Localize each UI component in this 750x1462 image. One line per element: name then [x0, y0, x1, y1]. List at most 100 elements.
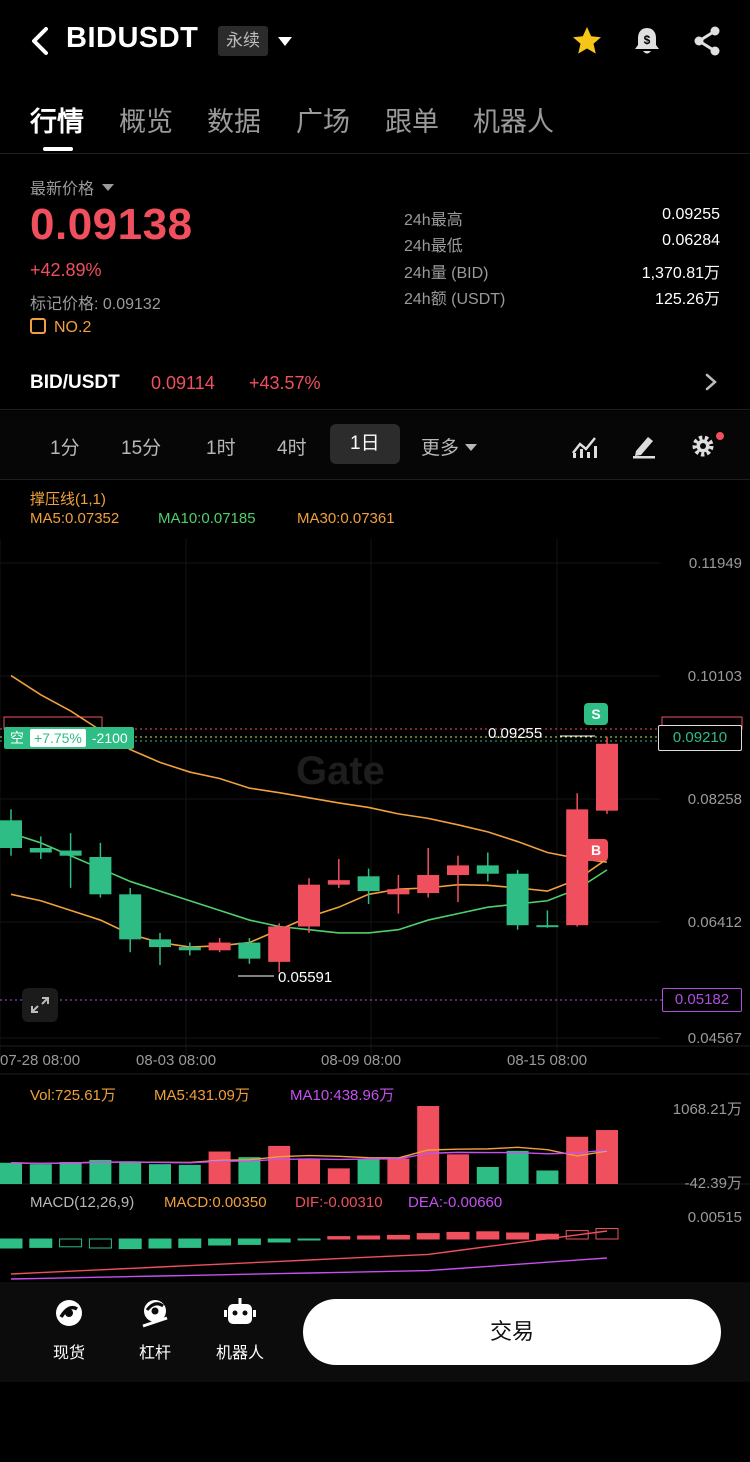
- liquidation-price-box: 0.05182: [662, 988, 742, 1012]
- mark-price: 标记价格: 0.09132: [30, 296, 161, 313]
- nav-bots[interactable]: 机器人: [205, 1296, 275, 1363]
- contract-type-badge[interactable]: 永续: [218, 26, 268, 56]
- symbol-title[interactable]: BIDUSDT: [66, 22, 198, 55]
- volume-bar: [119, 1161, 142, 1184]
- macd-bar: [0, 1238, 23, 1249]
- chart-settings-gear-icon[interactable]: [690, 431, 726, 461]
- trade-button[interactable]: 交易: [303, 1299, 721, 1365]
- interval-more[interactable]: 更多: [421, 433, 478, 460]
- nav-margin[interactable]: 杠杆: [120, 1296, 190, 1363]
- spot-pair-row[interactable]: BID/USDT 0.09114 +43.57%: [0, 362, 750, 406]
- star-icon[interactable]: [570, 24, 604, 58]
- chevron-down-icon: [465, 444, 478, 451]
- volume-bar: [89, 1159, 112, 1184]
- candle-body: [506, 873, 529, 926]
- volume-bar: [417, 1106, 440, 1184]
- macd-bar: [88, 1238, 112, 1249]
- candle-body: [89, 856, 112, 895]
- support-resistance-indicator-label[interactable]: 撑压线(1,1): [30, 488, 106, 509]
- volume-bar: [327, 1168, 350, 1184]
- symbol-dropdown-icon[interactable]: [278, 37, 292, 46]
- macd-bar: [476, 1231, 500, 1240]
- tab-market[interactable]: 行情: [30, 100, 84, 139]
- sell-marker[interactable]: S: [584, 703, 608, 725]
- candle-body: [447, 865, 469, 876]
- bottom-action-bar: 现货 杠杆 机器人 交易: [0, 1282, 750, 1382]
- y-axis-tick: 0.06412: [687, 914, 742, 931]
- candle-body: [417, 875, 440, 894]
- stat-24h-turnover-value: 125.26万: [655, 291, 720, 308]
- current-price-box: 0.09210: [658, 725, 742, 751]
- stat-24h-turnover-label: 24h额 (USDT): [404, 291, 506, 308]
- interval-4h[interactable]: 4时: [277, 433, 307, 460]
- x-axis-tick: 08-15 08:00: [507, 1052, 588, 1069]
- tab-square[interactable]: 广场: [296, 100, 350, 139]
- active-tab-indicator: [43, 147, 73, 151]
- tab-overview[interactable]: 概览: [119, 100, 173, 139]
- interval-1d[interactable]: 1日: [330, 424, 400, 464]
- back-arrow-icon[interactable]: [28, 24, 54, 58]
- macd-bar: [208, 1238, 232, 1246]
- tab-bots[interactable]: 机器人: [473, 100, 554, 139]
- system-bottom-area: [0, 1382, 750, 1462]
- nav-spot[interactable]: 现货: [34, 1296, 104, 1363]
- y-axis-tick: 0.11949: [688, 555, 742, 572]
- divider: [0, 409, 750, 410]
- tab-data[interactable]: 数据: [207, 100, 261, 139]
- kline-chart[interactable]: 撑压线(1,1) MA5:0.07352 MA10:0.07185 MA30:0…: [0, 479, 750, 1282]
- dif-value: DIF:-0.00310: [295, 1194, 383, 1211]
- y-axis-tick: 0.08258: [687, 791, 742, 808]
- volume-bar: [298, 1158, 320, 1184]
- candle-body: [59, 850, 82, 856]
- buy-marker[interactable]: B: [584, 839, 608, 861]
- macd-bar: [59, 1238, 83, 1248]
- fullscreen-button[interactable]: [22, 988, 58, 1022]
- drawing-tool-icon[interactable]: [630, 431, 658, 459]
- interval-1h[interactable]: 1时: [206, 433, 236, 460]
- stat-24h-high-value: 0.09255: [662, 206, 720, 223]
- macd-axis-top: 0.00515: [687, 1209, 742, 1226]
- candle-body: [387, 889, 410, 895]
- divider: [0, 153, 750, 154]
- position-side: 空: [10, 730, 24, 746]
- candle-body: [29, 847, 52, 853]
- volume-bar: [506, 1150, 529, 1184]
- volume-bar: [357, 1158, 380, 1184]
- interval-1m[interactable]: 1分: [50, 433, 80, 460]
- macd-bar: [506, 1232, 530, 1240]
- candle-body: [268, 926, 291, 962]
- last-price: 0.09138: [30, 200, 193, 249]
- interval-15m[interactable]: 15分: [121, 433, 161, 460]
- share-icon[interactable]: [690, 24, 724, 58]
- rank-badge[interactable]: NO.2: [30, 318, 91, 337]
- macd-value: MACD:0.00350: [164, 1194, 267, 1211]
- volume-bar: [149, 1164, 171, 1184]
- macd-bar: [29, 1238, 53, 1248]
- tab-copy-trading[interactable]: 跟单: [385, 100, 439, 139]
- indicators-icon[interactable]: [570, 433, 600, 459]
- candle-body: [476, 865, 499, 874]
- macd-bar: [297, 1238, 321, 1241]
- candle-body: [208, 942, 231, 951]
- price-alert-bell-icon[interactable]: $: [630, 24, 664, 58]
- volume-bar: [29, 1164, 52, 1184]
- stat-24h-low-value: 0.06284: [662, 232, 720, 249]
- interval-toolbar: 1分 15分 1时 4时 1日 更多: [0, 411, 750, 479]
- stat-24h-volume-label: 24h量 (BID): [404, 265, 489, 282]
- candle-body: [0, 820, 22, 848]
- last-price-label[interactable]: 最新价格: [30, 175, 115, 199]
- candle-body: [298, 884, 320, 927]
- low-price-label: 0.05591: [278, 969, 333, 986]
- candle-body: [566, 809, 589, 926]
- spot-icon: [56, 1300, 82, 1326]
- robot-icon: [224, 1298, 256, 1324]
- kline-chart-canvas[interactable]: [0, 479, 750, 1282]
- high-price-label: 0.09255: [488, 725, 543, 742]
- candle-body: [119, 894, 142, 940]
- chevron-right-icon[interactable]: [704, 372, 718, 392]
- section-tabs: 行情 概览 数据 广场 跟单 机器人: [0, 96, 750, 152]
- y-axis-tick: 0.10103: [687, 668, 742, 685]
- position-tag[interactable]: 空 +7.75% -2100: [4, 727, 134, 749]
- price-type-dropdown-icon[interactable]: [102, 184, 115, 191]
- ranking-chart-icon: [30, 318, 46, 334]
